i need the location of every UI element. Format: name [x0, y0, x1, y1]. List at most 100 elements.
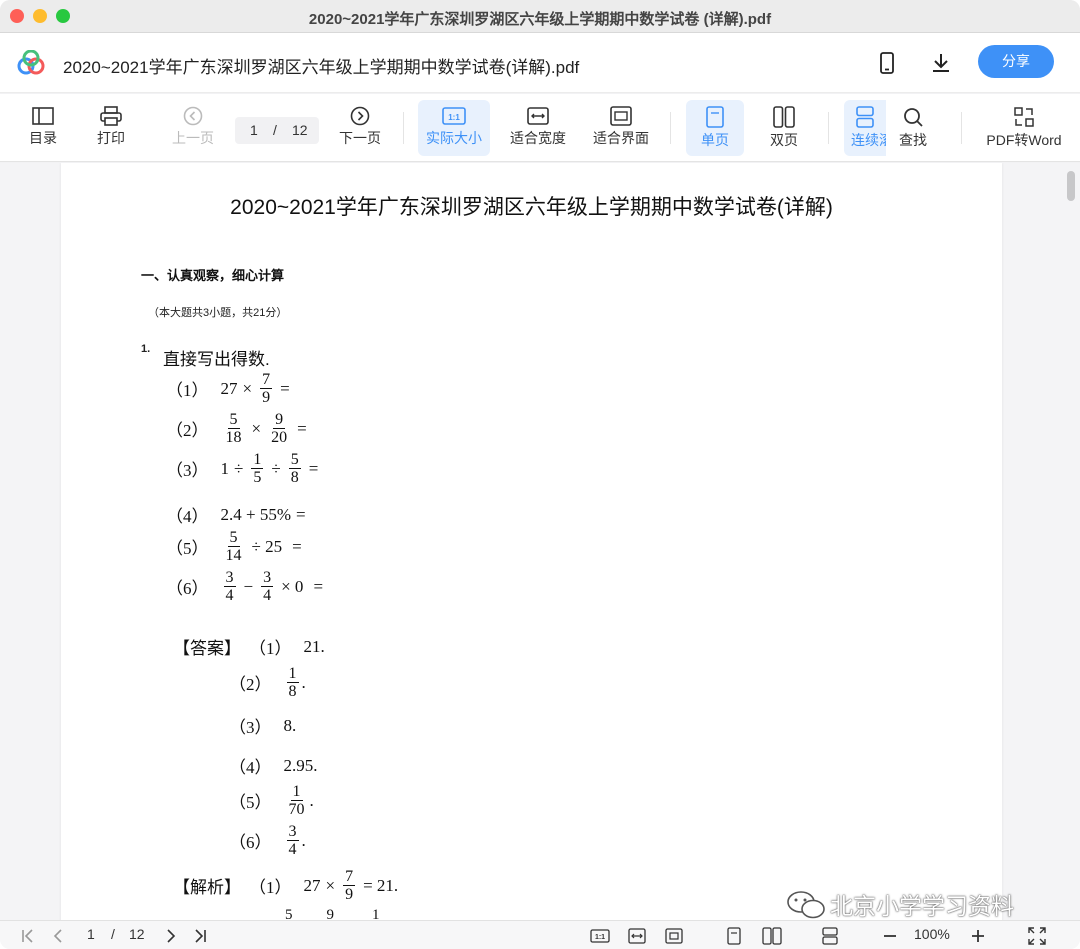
answer-label: （2）: [229, 675, 272, 694]
zoom-in-icon[interactable]: [970, 928, 986, 944]
bottom-bar: 1 / 12 1:1 100%: [0, 920, 1080, 949]
actual-size-icon[interactable]: 1:1: [590, 928, 610, 944]
problem-3: （3） 1 ÷ 15 ÷ 58 =: [166, 451, 323, 486]
page-number-input[interactable]: 1 / 12: [235, 117, 319, 144]
last-page-icon[interactable]: [192, 928, 208, 944]
math-op: =: [308, 458, 319, 478]
answer-heading: 【答案】: [173, 639, 241, 658]
prev-page-label: 上一页: [172, 130, 214, 146]
fraction: 9 20: [269, 411, 289, 446]
denominator: 20: [271, 429, 288, 446]
denominator: 9: [262, 389, 271, 406]
math-op: =: [296, 504, 306, 524]
answer-3: （3） 8.: [229, 713, 296, 738]
math-op: =: [297, 418, 307, 438]
bottom-page-current[interactable]: 1: [87, 926, 95, 942]
double-page-label: 双页: [770, 132, 798, 148]
continuous-scroll-icon[interactable]: [821, 927, 839, 945]
bottom-page-separator: /: [111, 926, 115, 942]
math-op: ×: [251, 418, 262, 438]
document-viewport[interactable]: 2020~2021学年广东深圳罗湖区六年级上学期期中数学试卷(详解) 一、认真观…: [0, 163, 1080, 920]
math-op: =: [280, 378, 290, 398]
answer-dot: .: [301, 672, 306, 692]
section-heading: 一、认真观察，细心计算: [141, 268, 285, 283]
prev-page-icon[interactable]: [50, 928, 66, 944]
fraction: 34: [286, 823, 299, 858]
app-header: 2020~2021学年广东深圳罗湖区六年级上学期期中数学试卷(详解).pdf 分…: [0, 33, 1080, 93]
math-op: ÷: [271, 458, 281, 478]
page-total: 12: [292, 122, 308, 138]
document-title: 2020~2021学年广东深圳罗湖区六年级上学期期中数学试卷(详解).pdf: [63, 58, 580, 77]
title-bar: 2020~2021学年广东深圳罗湖区六年级上学期期中数学试卷 (详解).pdf: [0, 0, 1080, 33]
share-button[interactable]: 分享: [978, 45, 1054, 78]
fit-width-label: 适合宽度: [510, 130, 566, 146]
fit-width-button[interactable]: 适合宽度: [505, 100, 571, 156]
problem-4: （4） 2.4 + 55% =: [166, 502, 311, 527]
math-term: = 21.: [363, 875, 399, 895]
toolbar-divider: [961, 112, 962, 144]
denominator: 18: [225, 429, 242, 446]
first-page-icon[interactable]: [20, 928, 36, 944]
toolbar-divider: [403, 112, 404, 144]
fit-page-label: 适合界面: [593, 130, 649, 146]
problem-1: （1） 27 × 79 =: [166, 371, 295, 406]
double-page-button[interactable]: 双页: [757, 100, 811, 156]
double-page-icon[interactable]: [762, 927, 782, 945]
continuous-scroll-button[interactable]: 连续滚: [844, 100, 886, 156]
prev-page-button[interactable]: 上一页: [168, 100, 218, 156]
wechat-icon: [787, 891, 825, 919]
answer-1: 【答案】 （1） 21.: [173, 634, 325, 659]
zoom-out-icon[interactable]: [882, 928, 898, 944]
fraction: 5 14: [224, 529, 244, 564]
app-window: 2020~2021学年广东深圳罗湖区六年级上学期期中数学试卷 (详解).pdf …: [0, 0, 1080, 949]
answer-dot: .: [301, 830, 306, 850]
single-page-icon[interactable]: [726, 927, 742, 945]
fit-width-icon[interactable]: [628, 928, 646, 944]
numerator: 5: [227, 411, 240, 429]
math-op: =: [313, 576, 324, 596]
answer-label: （1）: [249, 639, 292, 658]
numerator: 1: [251, 451, 264, 469]
problem-5: （5） 5 14 ÷ 25 =: [166, 529, 307, 564]
single-page-label: 单页: [701, 132, 729, 148]
fraction: 34: [261, 569, 274, 604]
vertical-scrollbar[interactable]: [1062, 163, 1078, 920]
chevron-right-circle-icon: [350, 106, 370, 126]
fit-page-button[interactable]: 适合界面: [588, 100, 654, 156]
toolbar: 目录 打印 上一页 1 / 12 下一页 1:1 实际大小 适合宽度 适合界面 …: [0, 94, 1080, 162]
fullscreen-icon[interactable]: [1028, 927, 1046, 945]
double-page-icon: [773, 106, 795, 128]
actual-size-button[interactable]: 1:1 实际大小: [418, 100, 490, 156]
mobile-icon[interactable]: [875, 51, 899, 75]
download-icon[interactable]: [929, 51, 953, 75]
math-op: ×: [325, 875, 336, 895]
printer-icon: [100, 106, 122, 126]
denominator: 8: [290, 469, 299, 486]
page-separator: /: [273, 122, 277, 138]
pdf-heading: 2020~2021学年广东深圳罗湖区六年级上学期期中数学试卷(详解): [230, 196, 833, 219]
find-button[interactable]: 查找: [891, 100, 935, 156]
problem-label: （6）: [166, 579, 209, 598]
next-page-button[interactable]: 下一页: [335, 100, 385, 156]
denominator: 14: [225, 547, 242, 564]
actual-size-icon: 1:1: [442, 107, 466, 125]
next-page-icon[interactable]: [163, 928, 179, 944]
math-op: ×: [242, 378, 253, 398]
fit-page-icon[interactable]: [665, 928, 683, 944]
numerator: 3: [261, 569, 274, 587]
numerator: 5: [227, 529, 240, 547]
fraction: 34: [223, 569, 236, 604]
svg-text:1:1: 1:1: [595, 934, 605, 941]
toc-button[interactable]: 目录: [22, 100, 64, 156]
analysis-2-partial: 5 9 1: [285, 907, 380, 920]
analysis-heading: 【解析】: [173, 878, 241, 897]
pdf-to-word-button[interactable]: PDF转Word: [982, 100, 1066, 156]
single-page-icon: [706, 106, 724, 128]
section-note: （本大题共3小题，共21分）: [148, 307, 288, 319]
answer-label: （5）: [229, 793, 272, 812]
single-page-button[interactable]: 单页: [686, 100, 744, 156]
scrollbar-thumb[interactable]: [1067, 171, 1075, 201]
app-logo-icon: [17, 50, 45, 75]
page-current: 1: [250, 122, 258, 138]
print-button[interactable]: 打印: [90, 100, 132, 156]
